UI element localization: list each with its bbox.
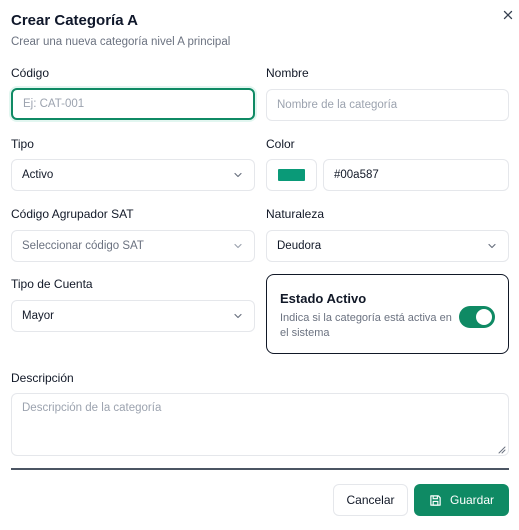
color-swatch (278, 169, 305, 181)
cancel-button[interactable]: Cancelar (333, 484, 408, 516)
dialog-title: Crear Categoría A (11, 12, 138, 29)
estado-activo-card: Estado Activo Indica si la categoría est… (266, 274, 509, 354)
save-button-label: Guardar (449, 493, 495, 507)
tipo-selected-value: Activo (22, 169, 54, 181)
codigo-input[interactable] (11, 88, 255, 120)
chevron-down-icon (488, 243, 496, 249)
descripcion-textarea[interactable] (11, 393, 509, 456)
agrupador-label: Código Agrupador SAT (11, 207, 134, 221)
chevron-down-icon (234, 313, 242, 319)
toggle-knob (476, 309, 492, 325)
tipo-cuenta-selected-value: Mayor (22, 310, 54, 322)
dialog-subtitle: Crear una nueva categoría nivel A princi… (11, 36, 231, 48)
color-hex-value: #00a587 (334, 169, 379, 181)
agrupador-sat-select[interactable]: Seleccionar código SAT (11, 230, 255, 262)
tipo-cuenta-label: Tipo de Cuenta (11, 277, 93, 291)
estado-activo-title: Estado Activo (280, 291, 367, 306)
tipo-select[interactable]: Activo (11, 159, 255, 191)
resize-grip-icon[interactable] (498, 446, 506, 454)
naturaleza-label: Naturaleza (266, 207, 325, 221)
color-picker-button[interactable] (266, 159, 317, 191)
agrupador-placeholder: Seleccionar código SAT (22, 240, 144, 252)
color-hex-input[interactable]: #00a587 (323, 159, 509, 191)
estado-activo-toggle[interactable] (459, 306, 495, 328)
nombre-label: Nombre (266, 66, 309, 80)
tipo-label: Tipo (11, 137, 34, 151)
create-category-dialog: Crear Categoría A Crear una nueva catego… (0, 0, 519, 530)
chevron-down-icon (234, 172, 242, 178)
close-icon[interactable] (500, 7, 516, 23)
save-icon (430, 494, 441, 506)
tipo-cuenta-select[interactable]: Mayor (11, 300, 255, 332)
footer-divider (11, 468, 509, 470)
save-button[interactable]: Guardar (414, 484, 509, 516)
descripcion-label: Descripción (11, 371, 74, 385)
nombre-input[interactable] (266, 89, 509, 121)
color-label: Color (266, 137, 295, 151)
chevron-down-icon (234, 243, 242, 249)
codigo-label: Código (11, 66, 50, 80)
estado-activo-description: Indica si la categoría está activa en el… (280, 312, 452, 339)
naturaleza-selected-value: Deudora (277, 240, 322, 252)
naturaleza-select[interactable]: Deudora (266, 230, 509, 262)
